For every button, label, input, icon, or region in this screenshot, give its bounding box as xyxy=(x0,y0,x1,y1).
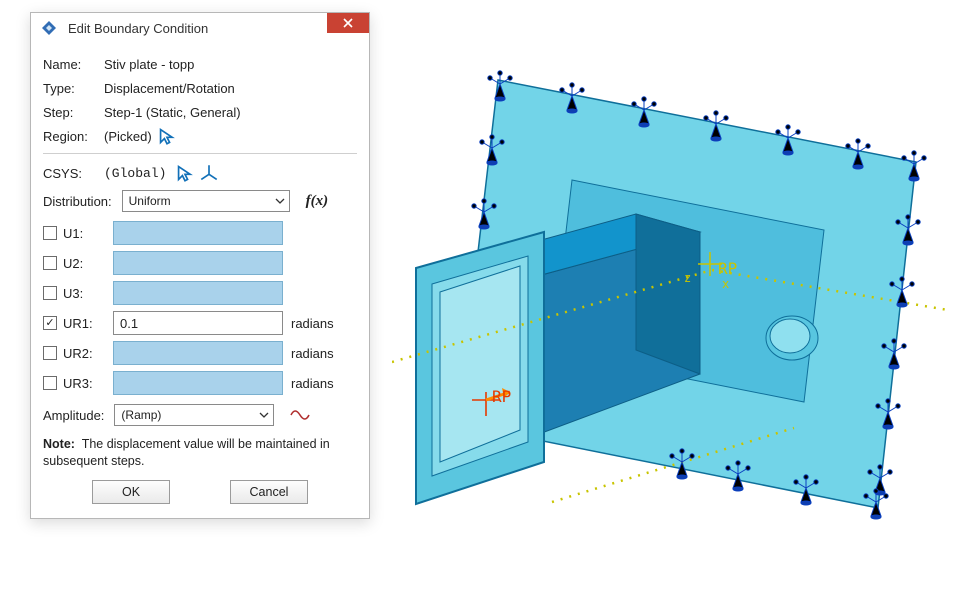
note: Note: The displacement value will be mai… xyxy=(43,436,357,470)
distribution-value: Uniform xyxy=(129,194,171,208)
ur2-unit: radians xyxy=(291,346,345,361)
u1-label: U1: xyxy=(63,226,83,241)
u2-checkbox[interactable] xyxy=(43,256,57,270)
ur2-input[interactable] xyxy=(113,341,283,365)
type-value: Displacement/Rotation xyxy=(104,81,235,96)
u2-input[interactable] xyxy=(113,251,283,275)
dialog-titlebar[interactable]: Edit Boundary Condition xyxy=(31,13,369,43)
ur3-unit: radians xyxy=(291,376,345,391)
ur3-checkbox[interactable] xyxy=(43,376,57,390)
region-pick-button[interactable] xyxy=(158,127,176,145)
amplitude-create-button[interactable] xyxy=(290,407,310,423)
distribution-label: Distribution: xyxy=(43,194,112,209)
note-text: The displacement value will be maintaine… xyxy=(43,437,330,468)
dof-row-ur1: UR1: 0.1 radians xyxy=(43,308,357,338)
close-icon xyxy=(343,18,353,28)
chevron-down-icon xyxy=(269,194,285,209)
step-label: Step: xyxy=(43,105,98,120)
model-boss xyxy=(766,316,818,360)
ur1-label: UR1: xyxy=(63,316,93,331)
csys-create-button[interactable] xyxy=(200,164,218,182)
dof-row-u2: U2: xyxy=(43,248,357,278)
u3-label: U3: xyxy=(63,286,83,301)
ur2-label: UR2: xyxy=(63,346,93,361)
dof-row-ur2: UR2: radians xyxy=(43,338,357,368)
u3-checkbox[interactable] xyxy=(43,286,57,300)
chevron-down-icon xyxy=(253,408,269,423)
dof-row-u3: U3: xyxy=(43,278,357,308)
u3-input[interactable] xyxy=(113,281,283,305)
u1-checkbox[interactable] xyxy=(43,226,57,240)
amplitude-wave-icon xyxy=(290,407,310,423)
region-value: (Picked) xyxy=(104,129,152,144)
ur3-label: UR3: xyxy=(63,376,93,391)
csys-pick-button[interactable] xyxy=(176,164,194,182)
dof-row-ur3: UR3: radians xyxy=(43,368,357,398)
ur3-input[interactable] xyxy=(113,371,283,395)
u2-label: U2: xyxy=(63,256,83,271)
type-label: Type: xyxy=(43,81,98,96)
ur2-checkbox[interactable] xyxy=(43,346,57,360)
edit-boundary-condition-dialog: Edit Boundary Condition Name: Stiv plate … xyxy=(30,12,370,519)
axis-x-label: x xyxy=(722,277,729,291)
dof-table: U1: U2: U3: UR1: xyxy=(43,218,357,398)
rp-label-front: RP xyxy=(492,387,511,406)
pick-arrow-icon xyxy=(176,164,194,182)
ur1-checkbox[interactable] xyxy=(43,316,57,330)
csys-label: CSYS: xyxy=(43,166,98,181)
name-value: Stiv plate - topp xyxy=(104,57,194,72)
close-button[interactable] xyxy=(327,13,369,33)
pick-arrow-icon xyxy=(158,127,176,145)
amplitude-label: Amplitude: xyxy=(43,408,104,423)
region-label: Region: xyxy=(43,129,98,144)
csys-value: (Global) xyxy=(104,166,166,181)
name-label: Name: xyxy=(43,57,98,72)
cancel-button[interactable]: Cancel xyxy=(230,480,308,504)
csys-axes-icon xyxy=(200,164,218,182)
ur1-input[interactable]: 0.1 xyxy=(113,311,283,335)
ur1-unit: radians xyxy=(291,316,345,331)
dialog-title: Edit Boundary Condition xyxy=(68,21,208,36)
rp-label-top: RP xyxy=(718,259,737,278)
axis-z-label: z xyxy=(684,271,691,285)
model-front-flange xyxy=(416,232,544,504)
distribution-dropdown[interactable]: Uniform xyxy=(122,190,290,212)
note-label: Note: xyxy=(43,437,75,451)
ok-button[interactable]: OK xyxy=(92,480,170,504)
amplitude-dropdown[interactable]: (Ramp) xyxy=(114,404,274,426)
step-value: Step-1 (Static, General) xyxy=(104,105,241,120)
amplitude-value: (Ramp) xyxy=(121,408,161,422)
abaqus-app-icon xyxy=(40,19,58,37)
model-viewport[interactable]: RP x z RP xyxy=(392,32,948,580)
u1-input[interactable] xyxy=(113,221,283,245)
fx-button[interactable]: f(x) xyxy=(306,193,329,210)
ur1-input-value: 0.1 xyxy=(120,316,138,331)
dof-row-u1: U1: xyxy=(43,218,357,248)
